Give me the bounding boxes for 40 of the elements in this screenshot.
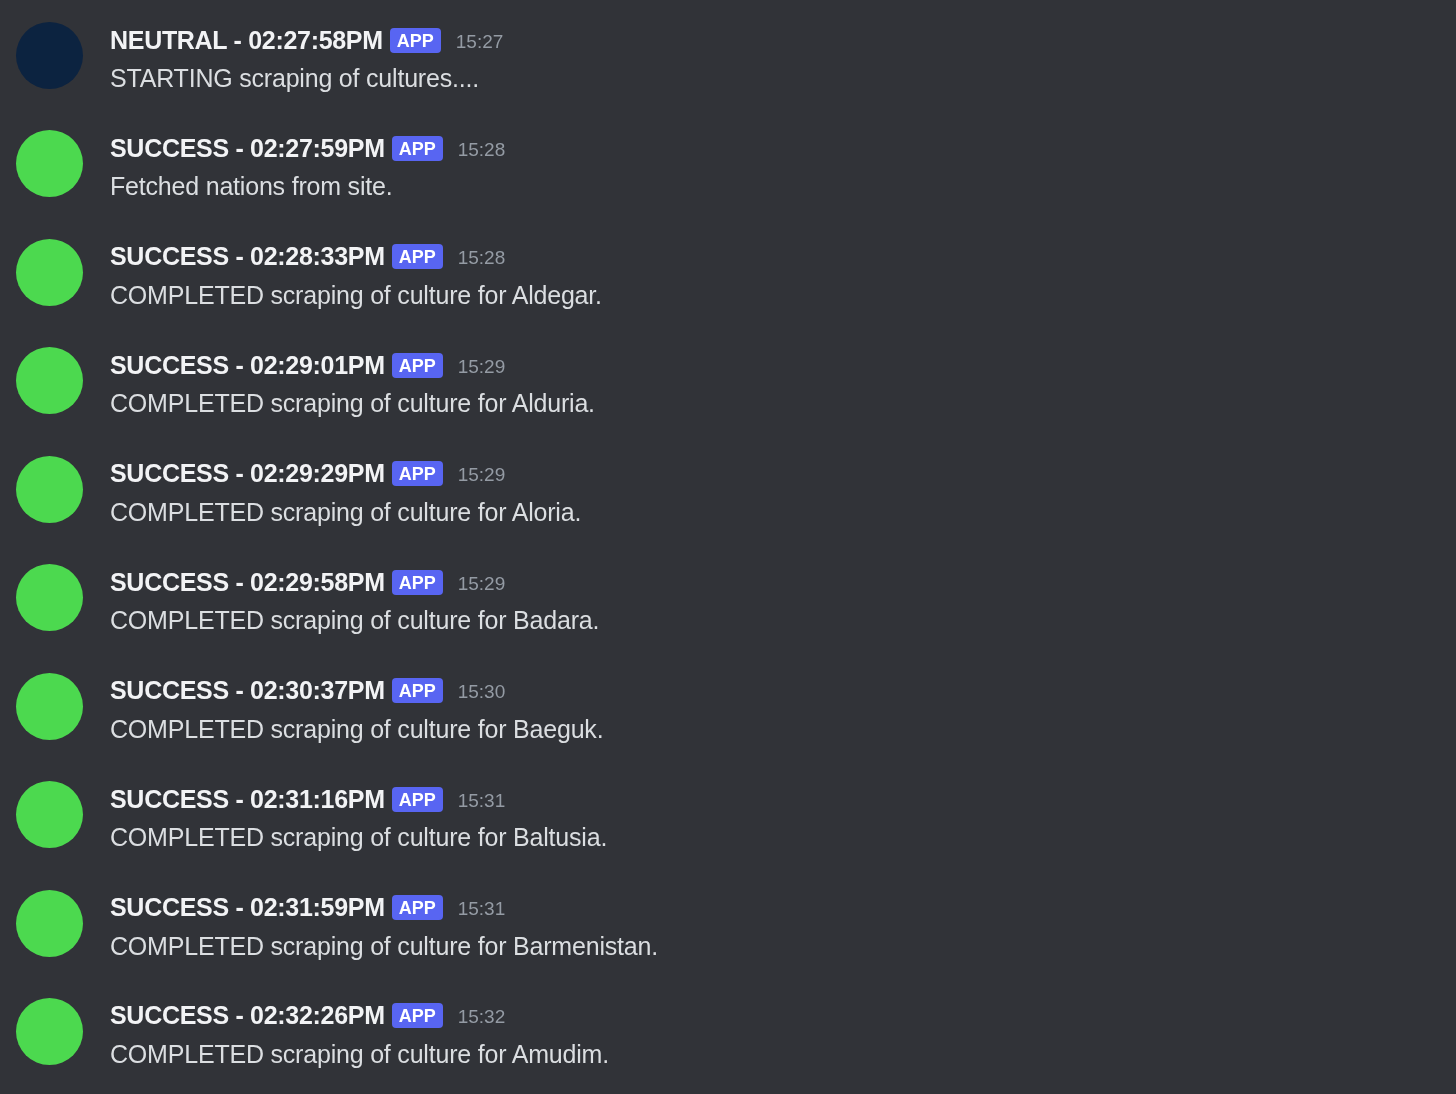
message-text: COMPLETED scraping of culture for Badara. — [110, 605, 600, 637]
timestamp: 15:31 — [457, 788, 506, 812]
author-name[interactable]: SUCCESS - 02:27:59PM — [110, 133, 385, 163]
timestamp: 15:28 — [457, 137, 506, 161]
message-text: COMPLETED scraping of culture for Baltusia. — [110, 822, 608, 854]
author-name[interactable]: SUCCESS - 02:31:59PM — [110, 893, 385, 922]
message-text: COMPLETED scraping of culture for Amudim. — [110, 1038, 609, 1070]
timestamp: 15:32 — [457, 1005, 506, 1029]
timestamp: 15:30 — [457, 680, 506, 704]
app-tag: APP — [391, 244, 443, 270]
message-text: COMPLETED scraping of culture for Aloria. — [110, 496, 582, 528]
message-text: STARTING scraping of cultures.... — [110, 63, 480, 94]
timestamp: 15:27 — [455, 29, 504, 53]
message-text: COMPLETED scraping of culture for Baeguk. — [110, 713, 604, 745]
app-tag: APP — [391, 678, 443, 704]
timestamp: 15:29 — [457, 571, 506, 595]
timestamp: 15:31 — [457, 897, 506, 920]
app-tag: APP — [391, 461, 443, 487]
timestamp: 15:28 — [457, 246, 506, 270]
author-name[interactable]: SUCCESS - 02:29:01PM — [110, 350, 385, 380]
app-tag: APP — [391, 786, 443, 812]
message-text: COMPLETED scraping of culture for Alduria. — [110, 388, 595, 420]
author-name[interactable]: SUCCESS - 02:29:58PM — [110, 567, 385, 597]
app-tag: APP — [391, 135, 443, 161]
message-text: COMPLETED scraping of culture for Aldegar. — [110, 279, 602, 311]
timestamp: 15:29 — [457, 354, 506, 378]
author-name[interactable]: SUCCESS - 02:29:29PM — [110, 459, 385, 489]
message-text: Fetched nations from site. — [110, 171, 394, 203]
app-tag: APP — [391, 352, 443, 378]
timestamp: 15:29 — [457, 463, 506, 487]
app-tag: APP — [391, 569, 443, 595]
message-text: COMPLETED scraping of culture for Barmenistan. — [110, 930, 658, 962]
author-name[interactable]: SUCCESS - 02:31:16PM — [110, 784, 385, 814]
author-name[interactable]: SUCCESS - 02:28:33PM — [110, 242, 385, 272]
app-tag: APP — [391, 1003, 443, 1029]
app-tag: APP — [389, 27, 441, 53]
author-name[interactable]: NEUTRAL - 02:27:58PM — [110, 25, 383, 55]
author-name[interactable]: SUCCESS - 02:32:26PM — [110, 1001, 385, 1031]
author-name[interactable]: SUCCESS - 02:30:37PM — [110, 676, 385, 706]
app-tag: APP — [391, 895, 443, 920]
